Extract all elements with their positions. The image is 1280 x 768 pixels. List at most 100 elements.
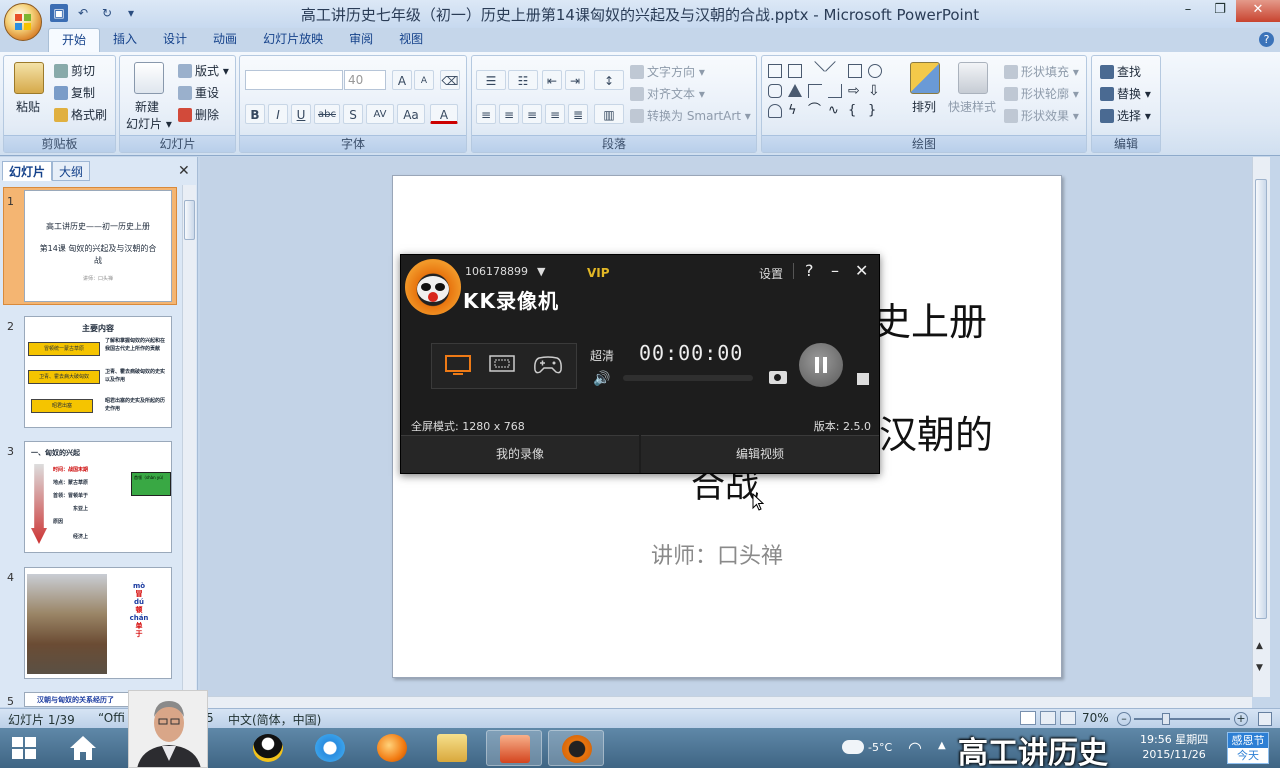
- kk-volume-icon[interactable]: 🔊: [593, 371, 610, 387]
- system-clock[interactable]: 19:56 星期四 2015/11/26: [1140, 732, 1208, 762]
- fit-window-icon[interactable]: [1258, 712, 1272, 726]
- taskbar-qq[interactable]: [240, 730, 296, 766]
- delete-slide-button[interactable]: 删除: [178, 106, 219, 123]
- close-button[interactable]: ✕: [1236, 0, 1280, 22]
- zoom-level[interactable]: 70%: [1082, 711, 1109, 725]
- tab-review[interactable]: 审阅: [336, 28, 386, 52]
- kk-settings-button[interactable]: 设置: [759, 265, 783, 282]
- line-spacing-button[interactable]: ↕: [594, 70, 624, 90]
- bold-button[interactable]: B: [245, 104, 265, 124]
- columns-button[interactable]: ▥: [594, 104, 624, 124]
- strikethrough-button[interactable]: abc: [314, 104, 340, 124]
- tab-view[interactable]: 视图: [386, 28, 436, 52]
- tab-slideshow[interactable]: 幻灯片放映: [250, 28, 336, 52]
- arrange-button[interactable]: 排列: [912, 98, 936, 115]
- brace-right-shape-icon[interactable]: }: [868, 104, 882, 118]
- shapes-gallery[interactable]: ⇨ ⇩ ϟ ⌒ ∿ { }: [768, 61, 892, 124]
- align-center-button[interactable]: ≡: [499, 104, 519, 124]
- font-color-button[interactable]: A: [430, 104, 458, 124]
- slide-thumbnail-3[interactable]: 一、匈奴的兴起 时间：战国末期 地点：蒙古草原 首领：冒顿单于 东亚上 经济上 …: [24, 441, 172, 553]
- tab-home[interactable]: 开始: [48, 28, 101, 52]
- canvas-vertical-scrollbar[interactable]: ▲ ▼: [1252, 157, 1270, 697]
- underline-button[interactable]: U: [291, 104, 311, 124]
- game-mode-icon[interactable]: [532, 354, 564, 376]
- kk-close-button[interactable]: ✕: [855, 261, 868, 280]
- change-case-button[interactable]: Aa: [397, 104, 425, 124]
- slide-thumbnail-2[interactable]: 主要内容 冒顿统一蒙古草原 卫青、霍去病大破匈奴 昭君出塞 了解和掌握匈奴的兴起…: [24, 316, 172, 428]
- lightning-shape-icon[interactable]: ϟ: [788, 104, 802, 118]
- shadow-button[interactable]: S: [343, 104, 363, 124]
- kk-pause-button[interactable]: [799, 343, 843, 387]
- view-slideshow-icon[interactable]: [1060, 711, 1076, 725]
- font-size-field[interactable]: 40: [344, 70, 386, 90]
- smartart-button[interactable]: 转换为 SmartArt ▾: [630, 107, 751, 124]
- tray-expand-icon[interactable]: ▲: [938, 740, 946, 751]
- pentagon-shape-icon[interactable]: [768, 104, 782, 118]
- replace-button[interactable]: 替换 ▾: [1100, 85, 1151, 102]
- line2-shape-icon[interactable]: [825, 61, 845, 81]
- right-arrow-shape-icon[interactable]: ⇨: [848, 84, 862, 98]
- kk-quality-selector[interactable]: 超清: [590, 347, 614, 364]
- weather-icon[interactable]: [842, 740, 864, 754]
- elbow-connector-shape-icon[interactable]: [808, 84, 822, 98]
- view-sorter-icon[interactable]: [1040, 711, 1056, 725]
- kk-stop-button[interactable]: [857, 373, 869, 385]
- taskbar-kk-recorder[interactable]: [548, 730, 604, 766]
- slide-thumbnail-4[interactable]: mò 冒 dú 顿 chán 单 于: [24, 567, 172, 679]
- down-arrow-shape-icon[interactable]: ⇩: [868, 84, 882, 98]
- slide-thumbnail-1[interactable]: 高工讲历史——初一历史上册 第14课 匈奴的兴起及与汉朝的合战 讲师：口头禅: [24, 190, 172, 302]
- canvas-scroll-thumb[interactable]: [1255, 179, 1267, 619]
- oval-shape-icon[interactable]: [868, 64, 882, 78]
- fullscreen-mode-icon[interactable]: [445, 354, 471, 376]
- kk-user-id[interactable]: 106178899: [465, 265, 528, 278]
- justify-button[interactable]: ≡: [545, 104, 565, 124]
- curve-shape-icon[interactable]: ∿: [828, 104, 842, 118]
- increase-indent-button[interactable]: ⇥: [565, 70, 585, 90]
- taskbar-explorer[interactable]: [424, 730, 480, 766]
- kk-edit-video-button[interactable]: 编辑视频: [641, 435, 879, 473]
- prev-slide-icon[interactable]: ▲: [1256, 641, 1263, 651]
- kk-minimize-button[interactable]: –: [831, 261, 839, 280]
- office-button[interactable]: [4, 3, 42, 41]
- select-button[interactable]: 选择 ▾: [1100, 107, 1151, 124]
- numbering-button[interactable]: ☷: [508, 70, 538, 90]
- taskbar-powerpoint[interactable]: [486, 730, 542, 766]
- grow-font-button[interactable]: A: [392, 70, 412, 90]
- distribute-button[interactable]: ≣: [568, 104, 588, 124]
- layout-button[interactable]: 版式 ▾: [178, 62, 229, 79]
- zoom-in-icon[interactable]: +: [1234, 712, 1248, 726]
- triangle-shape-icon[interactable]: [788, 84, 802, 97]
- rectangle-shape-icon[interactable]: [848, 64, 862, 78]
- reset-button[interactable]: 重设: [178, 84, 219, 101]
- vertical-textbox-shape-icon[interactable]: [788, 64, 802, 78]
- find-button[interactable]: 查找: [1100, 63, 1141, 80]
- new-slide-label-2[interactable]: 幻灯片 ▾: [126, 115, 172, 132]
- kk-screenshot-icon[interactable]: [769, 371, 787, 384]
- elbow2-connector-shape-icon[interactable]: [828, 84, 842, 98]
- shrink-font-button[interactable]: A: [414, 70, 434, 90]
- quick-styles-button[interactable]: 快速样式: [948, 98, 996, 115]
- network-icon[interactable]: ◠: [908, 738, 922, 757]
- textbox-shape-icon[interactable]: [768, 64, 782, 78]
- view-normal-icon[interactable]: [1020, 711, 1036, 725]
- panel-scrollbar[interactable]: [182, 185, 196, 705]
- tab-design[interactable]: 设计: [150, 28, 200, 52]
- brace-left-shape-icon[interactable]: {: [848, 104, 862, 118]
- kk-volume-bar[interactable]: [623, 375, 753, 381]
- taskbar-media[interactable]: [364, 730, 420, 766]
- align-left-button[interactable]: ≡: [476, 104, 496, 124]
- zoom-out-icon[interactable]: –: [1117, 712, 1131, 726]
- rounded-rect-shape-icon[interactable]: [768, 84, 782, 98]
- panel-close-icon[interactable]: ✕: [178, 163, 190, 179]
- tab-slides[interactable]: 幻灯片: [2, 161, 53, 181]
- zoom-slider-track[interactable]: [1134, 718, 1230, 720]
- region-mode-icon[interactable]: [489, 354, 515, 376]
- cut-button[interactable]: 剪切: [54, 62, 95, 79]
- minimize-button[interactable]: –: [1172, 0, 1204, 22]
- font-name-field[interactable]: [245, 70, 343, 90]
- kk-vip-badge[interactable]: VIP: [587, 266, 610, 280]
- decrease-indent-button[interactable]: ⇤: [542, 70, 562, 90]
- char-spacing-button[interactable]: AV: [366, 104, 394, 124]
- italic-button[interactable]: I: [268, 104, 288, 124]
- align-text-button[interactable]: 对齐文本 ▾: [630, 85, 705, 102]
